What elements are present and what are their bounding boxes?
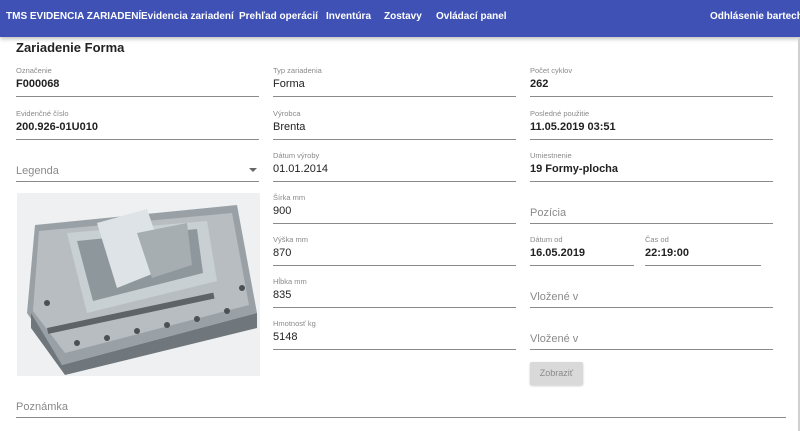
- cas-od-label: Čas od: [645, 235, 669, 244]
- vyrobca-label: Výrobca: [273, 109, 301, 118]
- vyrobca-field[interactable]: Výrobca Brenta: [273, 109, 516, 140]
- pozicia-field[interactable]: Pozícia: [530, 193, 773, 224]
- datum-vyroby-label: Dátum výroby: [273, 151, 320, 160]
- zobrazit-button[interactable]: Zobraziť: [530, 362, 583, 385]
- umiestnenie-label: Umiestnenie: [530, 151, 572, 160]
- evidencne-cislo-label: Evidenčné číslo: [16, 109, 69, 118]
- legenda-select[interactable]: Legenda: [16, 151, 259, 182]
- posledne-pouzitie-value: 11.05.2019 03:51: [530, 121, 616, 133]
- hlbka-label: Hĺbka mm: [273, 277, 307, 286]
- vyska-field[interactable]: Výška mm 870: [273, 235, 516, 266]
- datum-od-value: 16.05.2019: [530, 247, 586, 259]
- vyrobca-value: Brenta: [273, 121, 306, 133]
- nav-evidencia-zariadeni[interactable]: Evidencia zariadení: [141, 11, 234, 22]
- sirka-label: Šírka mm: [273, 193, 306, 202]
- mold-photo-icon: [17, 193, 260, 376]
- posledne-pouzitie-label: Posledné použitie: [530, 109, 590, 118]
- page-title: Zariadenie Forma: [16, 40, 125, 55]
- nav-prehlad-operacii[interactable]: Prehľad operácií: [239, 11, 318, 22]
- poznamka-placeholder: Poznámka: [16, 401, 68, 413]
- nav-ovladaci-panel[interactable]: Ovládací panel: [436, 11, 507, 22]
- pocet-cyklov-value: 262: [530, 78, 549, 90]
- posledne-pouzitie-field[interactable]: Posledné použitie 11.05.2019 03:51: [530, 109, 773, 140]
- sirka-value: 900: [273, 205, 292, 217]
- hmotnost-field[interactable]: Hmotnosť kg 5148: [273, 319, 516, 350]
- typ-zariadenia-value: Forma: [273, 78, 305, 90]
- datum-vyroby-field[interactable]: Dátum výroby 01.01.2014: [273, 151, 516, 182]
- pocet-cyklov-field[interactable]: Počet cyklov 262: [530, 66, 773, 97]
- datum-vyroby-value: 01.01.2014: [273, 163, 329, 175]
- umiestnenie-value: 19 Formy-plocha: [530, 163, 619, 175]
- cas-od-value: 22:19:00: [645, 247, 690, 259]
- dropdown-arrow-icon: [249, 168, 257, 172]
- vlozene-v-placeholder-2: Vložené v: [530, 333, 579, 345]
- datum-od-field[interactable]: Dátum od 16.05.2019: [530, 235, 634, 266]
- hmotnost-label: Hmotnosť kg: [273, 319, 316, 328]
- mold-photo: [17, 193, 260, 376]
- vyska-value: 870: [273, 247, 292, 259]
- oznacenie-field[interactable]: Označenie F000068: [16, 66, 259, 97]
- hlbka-value: 835: [273, 289, 292, 301]
- vlozene-v-placeholder-1: Vložené v: [530, 291, 579, 303]
- hmotnost-value: 5148: [273, 331, 298, 343]
- vlozene-v-field-1[interactable]: Vložené v: [530, 277, 773, 308]
- logout-link[interactable]: Odhlásenie bartech: [710, 11, 800, 22]
- pocet-cyklov-label: Počet cyklov: [530, 66, 573, 75]
- brand-link[interactable]: TMS EVIDENCIA ZARIADENÍ: [6, 11, 141, 22]
- oznacenie-label: Označenie: [16, 66, 52, 75]
- poznamka-field[interactable]: Poznámka: [16, 387, 786, 418]
- cas-od-field[interactable]: Čas od 22:19:00: [645, 235, 761, 266]
- typ-zariadenia-field[interactable]: Typ zariadenia Forma: [273, 66, 516, 97]
- nav-inventura[interactable]: Inventúra: [326, 11, 371, 22]
- hlbka-field[interactable]: Hĺbka mm 835: [273, 277, 516, 308]
- vyska-label: Výška mm: [273, 235, 309, 244]
- typ-zariadenia-label: Typ zariadenia: [273, 66, 322, 75]
- vlozene-v-field-2[interactable]: Vložené v: [530, 319, 773, 350]
- pozicia-placeholder: Pozícia: [530, 207, 567, 219]
- evidencne-cislo-value: 200.926-01U010: [16, 121, 98, 133]
- sirka-field[interactable]: Šírka mm 900: [273, 193, 516, 224]
- evidencne-cislo-field[interactable]: Evidenčné číslo 200.926-01U010: [16, 109, 259, 140]
- datum-od-label: Dátum od: [530, 235, 563, 244]
- umiestnenie-field[interactable]: Umiestnenie 19 Formy-plocha: [530, 151, 773, 182]
- nav-zostavy[interactable]: Zostavy: [384, 11, 422, 22]
- top-navbar: TMS EVIDENCIA ZARIADENÍ Evidencia zariad…: [0, 0, 800, 37]
- legenda-placeholder: Legenda: [16, 165, 59, 177]
- oznacenie-value: F000068: [16, 78, 60, 90]
